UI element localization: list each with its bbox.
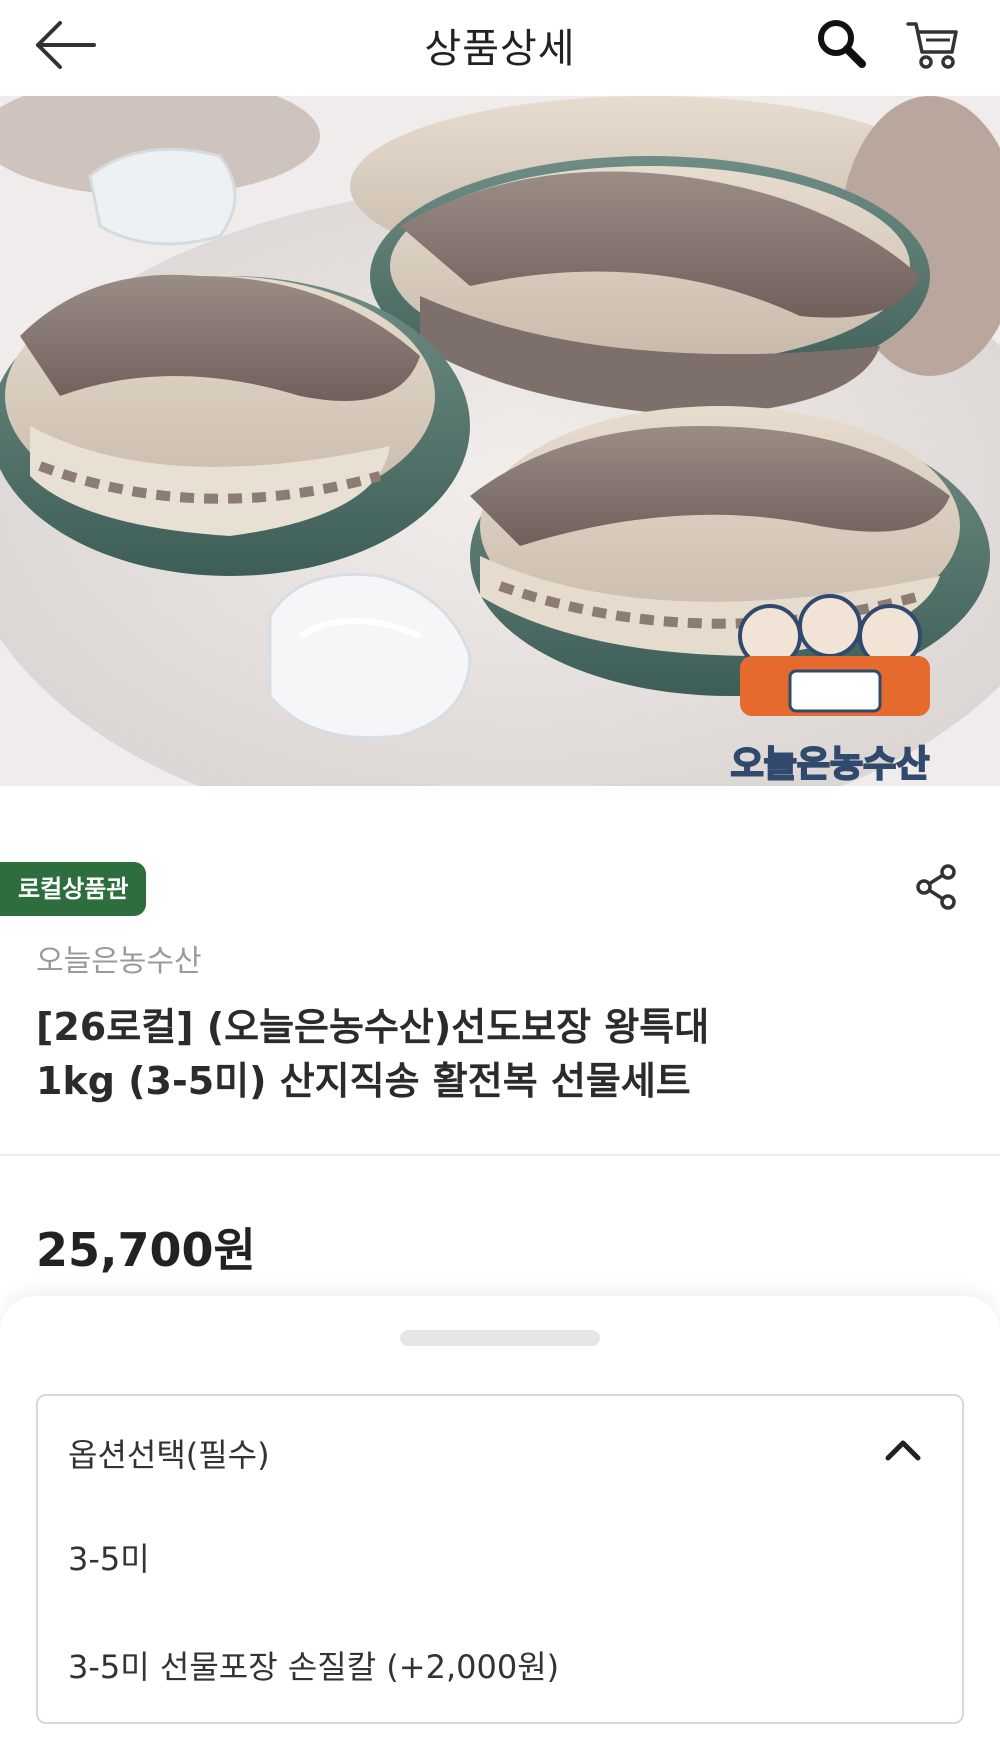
chevron-up-icon — [885, 1440, 921, 1461]
share-button[interactable] — [912, 862, 962, 912]
abalone-photo: 오늘은농수산 — [0, 96, 1000, 786]
local-shop-badge: 로컬상품관 — [0, 862, 147, 916]
seller-name[interactable]: 오늘은농수산 — [36, 936, 202, 980]
cart-icon — [906, 22, 958, 69]
product-name: [26로컬] (오늘은농수산)선도보장 왕특대 1kg (3-5미) 산지직송 … — [36, 1000, 936, 1108]
cart-button[interactable] — [900, 10, 966, 76]
price: 25,700원 — [36, 1223, 256, 1277]
option-item[interactable]: 3-5미 선물포장 손질칼 (+2,000원) — [38, 1612, 962, 1712]
product-image[interactable]: 오늘은농수산 — [0, 96, 1000, 786]
option-item-label: 3-5미 선물포장 손질칼 (+2,000원) — [68, 1648, 560, 1686]
search-icon — [818, 20, 866, 68]
share-icon — [916, 864, 956, 910]
product-name-line1: [26로컬] (오늘은농수산)선도보장 왕특대 — [36, 1005, 710, 1049]
divider — [0, 1154, 1000, 1156]
option-item[interactable]: 3-5미 — [38, 1504, 962, 1604]
option-item-label: 3-5미 — [68, 1540, 150, 1578]
sheet-drag-handle[interactable] — [400, 1330, 600, 1346]
watermark-logo-text: 오늘은농수산 — [731, 744, 930, 785]
product-name-line2: 1kg (3-5미) 산지직송 활전복 선물세트 — [36, 1059, 691, 1103]
search-button[interactable] — [808, 10, 874, 76]
top-app-bar: 상품상세 — [0, 0, 1000, 88]
option-select: 옵션선택(필수) 3-5미 3-5미 선물포장 손질칼 (+2,000원) — [36, 1394, 964, 1724]
option-select-header[interactable]: 옵션선택(필수) — [38, 1396, 962, 1504]
option-select-placeholder: 옵션선택(필수) — [68, 1436, 270, 1474]
watermark-logo: 오늘은농수산 — [730, 594, 930, 786]
option-bottom-sheet: 옵션선택(필수) 3-5미 3-5미 선물포장 손질칼 (+2,000원) — [0, 1296, 1000, 1749]
